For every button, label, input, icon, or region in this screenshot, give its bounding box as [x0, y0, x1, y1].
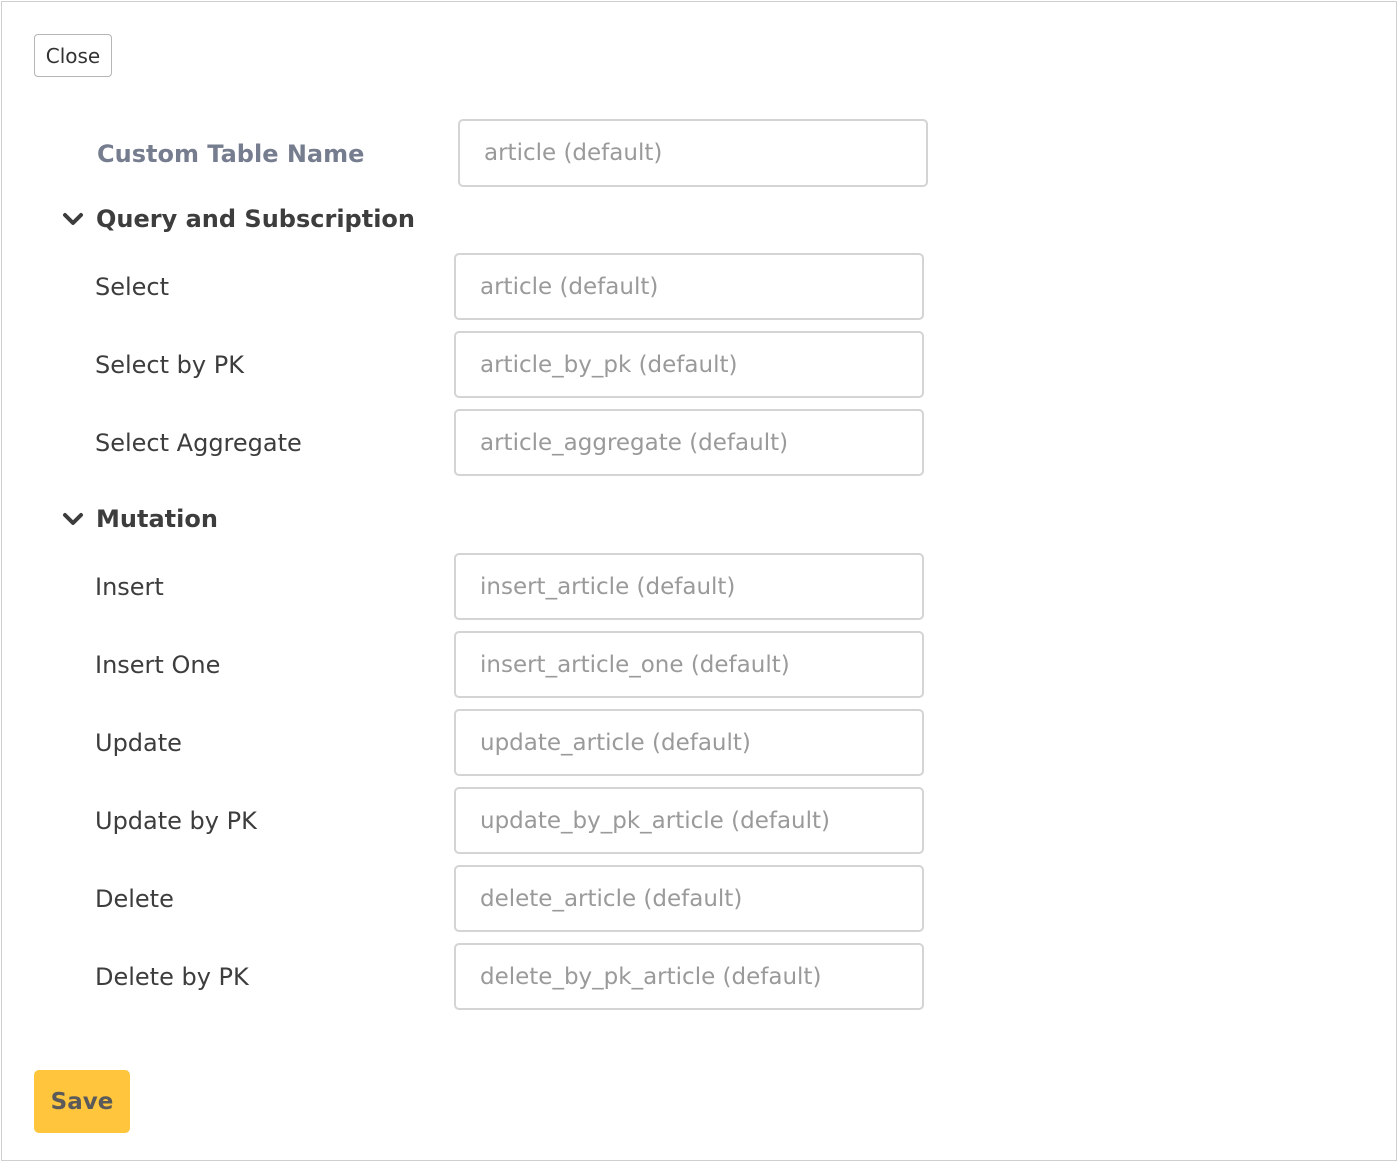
select-aggregate-label: Select Aggregate — [95, 429, 302, 457]
delete-by-pk-input[interactable] — [454, 943, 924, 1010]
update-by-pk-input[interactable] — [454, 787, 924, 854]
select-label: Select — [95, 273, 170, 301]
query-subscription-title: Query and Subscription — [96, 205, 415, 233]
insert-one-label: Insert One — [95, 651, 221, 679]
customize-root-fields-panel: Close Custom Table Name Query and Subscr… — [1, 1, 1397, 1161]
insert-label: Insert — [95, 573, 164, 601]
delete-input[interactable] — [454, 865, 924, 932]
insert-one-input[interactable] — [454, 631, 924, 698]
chevron-down-icon — [63, 213, 83, 225]
close-button[interactable]: Close — [34, 34, 112, 77]
chevron-down-icon — [63, 513, 83, 525]
select-by-pk-input[interactable] — [454, 331, 924, 398]
save-button[interactable]: Save — [34, 1070, 130, 1133]
delete-by-pk-label: Delete by PK — [95, 963, 249, 991]
custom-table-name-input[interactable] — [458, 119, 928, 187]
mutation-toggle[interactable]: Mutation — [62, 501, 218, 537]
update-input[interactable] — [454, 709, 924, 776]
select-input[interactable] — [454, 253, 924, 320]
select-by-pk-label: Select by PK — [95, 351, 244, 379]
insert-input[interactable] — [454, 553, 924, 620]
select-aggregate-input[interactable] — [454, 409, 924, 476]
query-subscription-toggle[interactable]: Query and Subscription — [62, 201, 415, 237]
mutation-title: Mutation — [96, 505, 218, 533]
delete-label: Delete — [95, 885, 174, 913]
update-label: Update — [95, 729, 182, 757]
custom-table-name-label: Custom Table Name — [97, 140, 365, 168]
update-by-pk-label: Update by PK — [95, 807, 257, 835]
